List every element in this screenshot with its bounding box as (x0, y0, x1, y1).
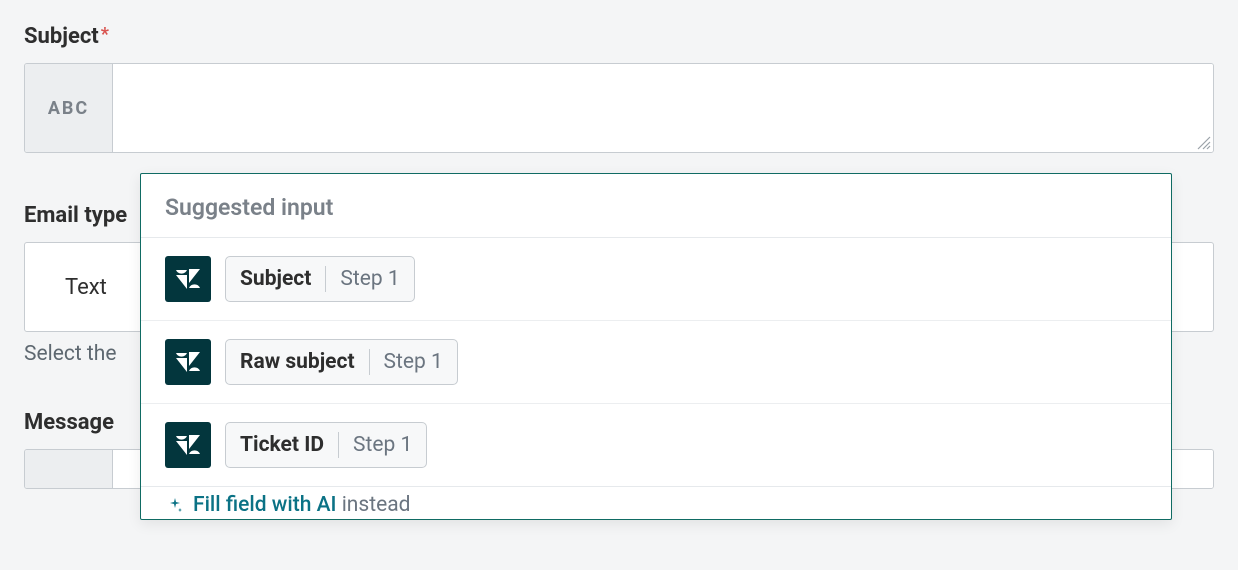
chip-step: Step 1 (326, 267, 413, 291)
subject-field-group: Subject* ABC (24, 24, 1214, 153)
subject-label: Subject (24, 24, 99, 49)
dropdown-item-subject[interactable]: Subject Step 1 (141, 238, 1171, 321)
zendesk-icon (165, 256, 211, 302)
message-prefix-badge (25, 450, 113, 488)
chip-step: Step 1 (370, 350, 457, 374)
chip-label: Subject (226, 267, 325, 291)
required-asterisk: * (101, 24, 109, 45)
zendesk-icon (165, 339, 211, 385)
message-label: Message (24, 410, 114, 435)
subject-input[interactable] (113, 64, 1213, 152)
sparkle-icon (165, 495, 185, 515)
zendesk-icon (165, 422, 211, 468)
email-type-label: Email type (24, 203, 127, 228)
fill-with-ai-suffix: instead (342, 493, 411, 517)
chip-label: Ticket ID (226, 433, 338, 457)
chip-label: Raw subject (226, 350, 369, 374)
chip-step: Step 1 (339, 433, 426, 457)
dropdown-item-raw-subject[interactable]: Raw subject Step 1 (141, 321, 1171, 404)
suggested-input-dropdown: Suggested input Subject Step 1 Raw subje… (140, 173, 1172, 520)
email-type-value: Text (65, 275, 107, 300)
dropdown-footer[interactable]: Fill field with AI instead (141, 486, 1171, 519)
dropdown-heading: Suggested input (141, 174, 1171, 238)
subject-input-row: ABC (24, 63, 1214, 153)
dropdown-list: Subject Step 1 Raw subject Step 1 Ticket… (141, 238, 1171, 486)
chip: Subject Step 1 (225, 256, 415, 302)
dropdown-item-ticket-id[interactable]: Ticket ID Step 1 (141, 404, 1171, 486)
chip: Raw subject Step 1 (225, 339, 458, 385)
subject-prefix-badge: ABC (25, 64, 113, 152)
chip: Ticket ID Step 1 (225, 422, 427, 468)
fill-with-ai-link[interactable]: Fill field with AI (193, 493, 336, 517)
